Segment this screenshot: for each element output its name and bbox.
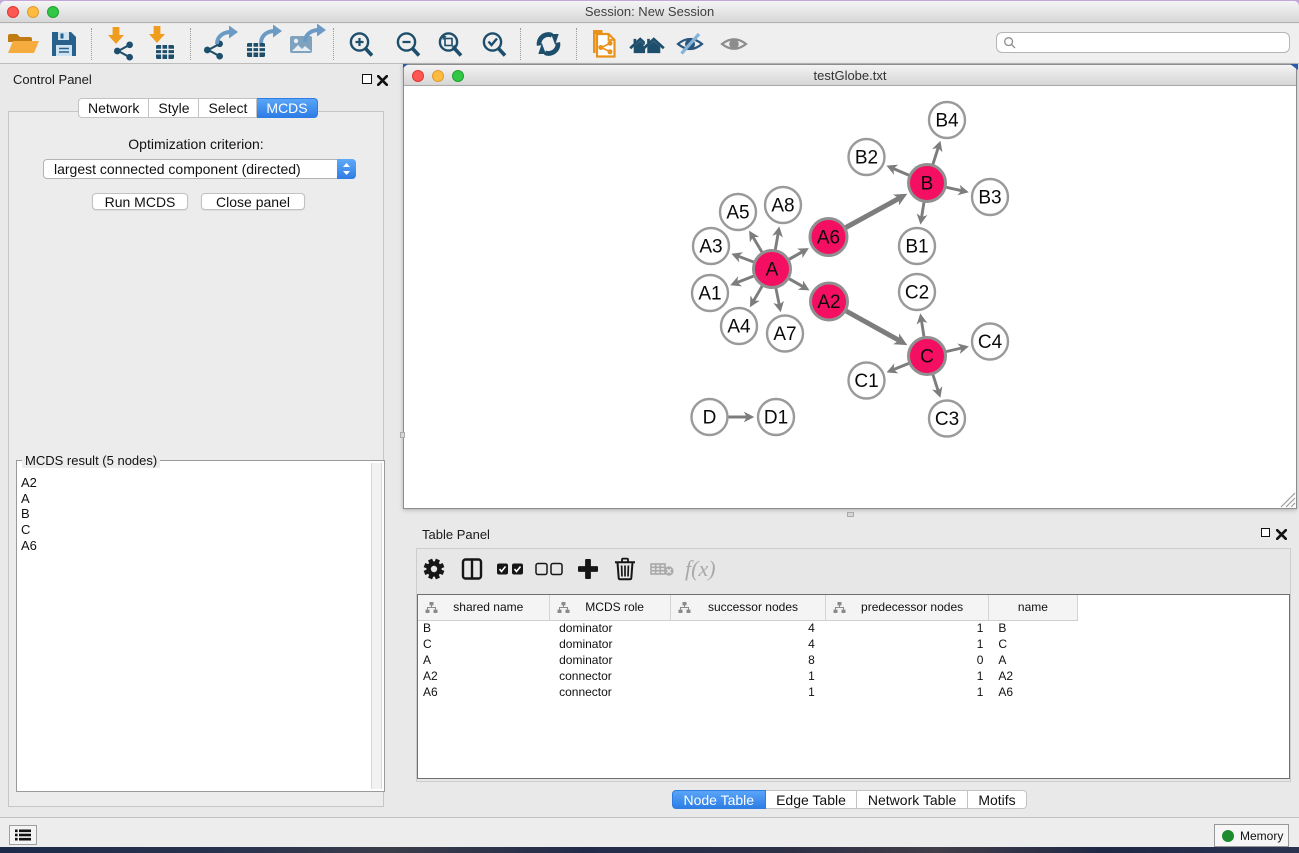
svg-text:C1: C1 — [854, 371, 878, 392]
svg-text:B2: B2 — [855, 148, 878, 169]
svg-text:C: C — [920, 347, 934, 368]
svg-text:C2: C2 — [905, 283, 929, 304]
svg-text:f(x): f(x) — [685, 556, 716, 581]
svg-text:A5: A5 — [726, 203, 749, 224]
svg-text:D1: D1 — [764, 408, 788, 429]
svg-text:A4: A4 — [727, 317, 751, 338]
svg-text:A2: A2 — [817, 292, 840, 313]
svg-text:C4: C4 — [978, 332, 1003, 353]
svg-text:A1: A1 — [698, 284, 721, 305]
svg-text:B3: B3 — [978, 188, 1001, 209]
svg-text:A8: A8 — [771, 196, 794, 217]
svg-text:B1: B1 — [905, 237, 928, 258]
svg-text:B: B — [921, 174, 934, 195]
svg-text:B4: B4 — [935, 111, 959, 132]
svg-text:C3: C3 — [935, 409, 959, 430]
svg-text:A6: A6 — [817, 228, 840, 249]
svg-text:A: A — [766, 260, 779, 281]
svg-text:D: D — [703, 408, 717, 429]
svg-text:A7: A7 — [773, 324, 796, 345]
svg-text:A3: A3 — [699, 237, 722, 258]
